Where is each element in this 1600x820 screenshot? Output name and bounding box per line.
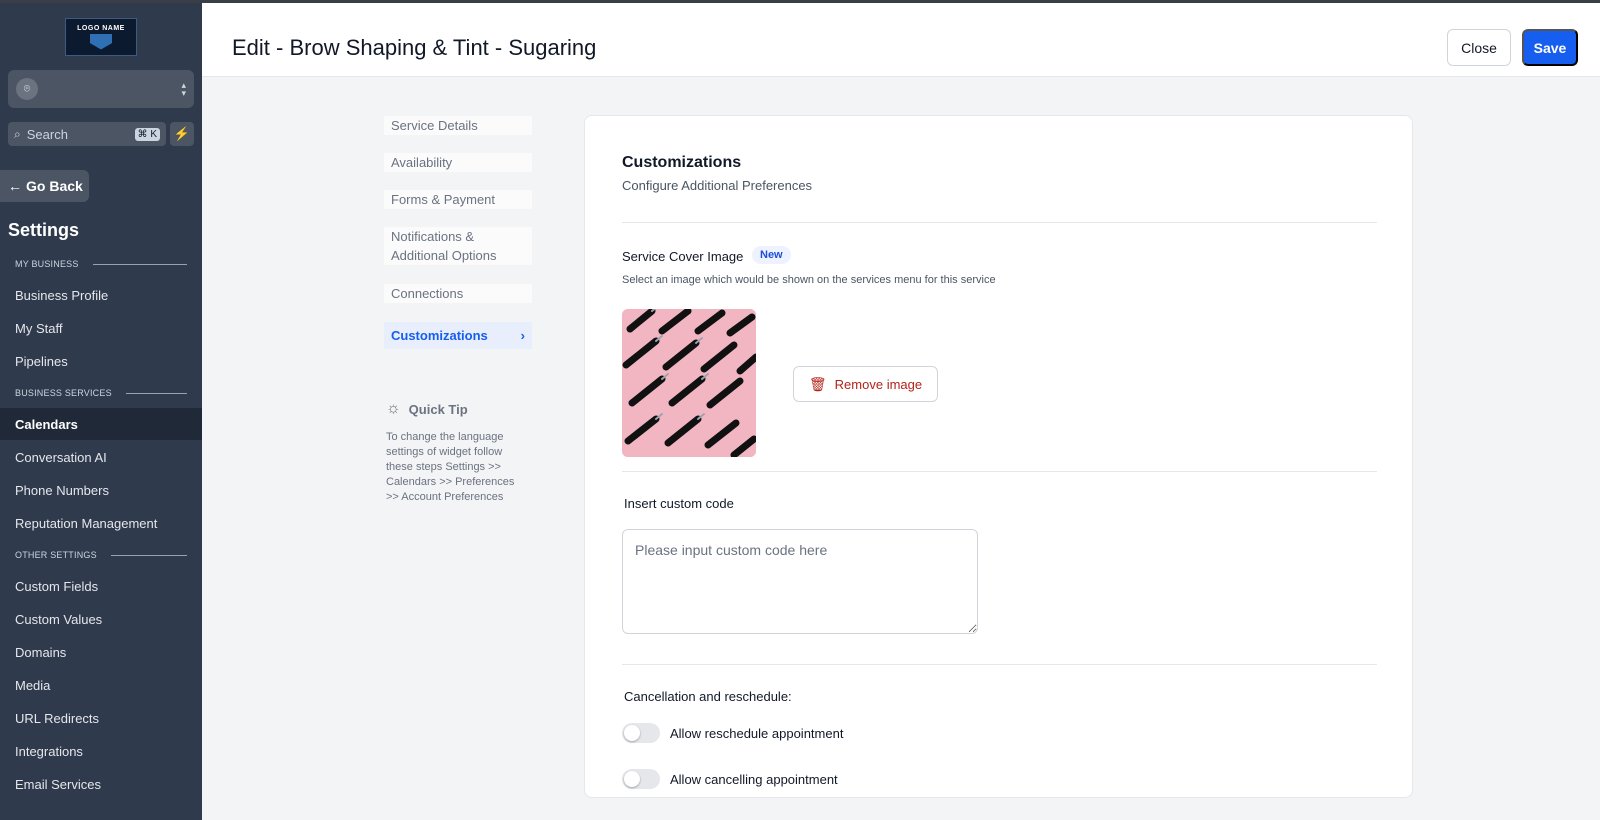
section-divider bbox=[622, 222, 1377, 223]
remove-image-button[interactable]: 🗑 Remove image bbox=[793, 366, 938, 402]
lightbulb-icon: ☼ bbox=[386, 400, 401, 417]
custom-code-label: Insert custom code bbox=[624, 496, 734, 511]
save-button[interactable]: Save bbox=[1522, 29, 1578, 66]
sidebar-item-email-services[interactable]: Email Services bbox=[0, 768, 202, 800]
subnav-forms-payment[interactable]: Forms & Payment bbox=[384, 190, 532, 209]
cover-image-label: Service Cover Image bbox=[622, 249, 744, 264]
sidebar-item-label: Domains bbox=[15, 644, 67, 660]
remove-image-label: Remove image bbox=[834, 376, 923, 392]
page-title: Edit - Brow Shaping & Tint - Sugaring bbox=[232, 35, 597, 60]
sidebar-item-label: Media bbox=[15, 677, 51, 693]
bolt-icon: ⚡ bbox=[173, 126, 191, 141]
sidebar-item-custom-values[interactable]: Custom Values bbox=[0, 603, 202, 635]
reschedule-toggle-label: Allow reschedule appointment bbox=[670, 725, 844, 741]
new-badge: New bbox=[752, 246, 791, 264]
subnav-availability[interactable]: Availability bbox=[384, 153, 532, 172]
custom-code-textarea[interactable] bbox=[622, 529, 978, 634]
section-label-other-settings: OTHER SETTINGS bbox=[15, 550, 187, 560]
trash-icon: 🗑 bbox=[808, 375, 827, 392]
search-shortcut-badge: ⌘ K bbox=[134, 127, 160, 141]
go-back-label: Go Back bbox=[26, 178, 83, 194]
cancel-toggle[interactable] bbox=[622, 769, 660, 789]
arrow-left-icon: ← bbox=[8, 178, 22, 194]
sidebar-item-label: Custom Fields bbox=[15, 578, 99, 594]
brushes-image bbox=[622, 309, 756, 457]
sidebar-item-label: Email Services bbox=[15, 776, 101, 792]
sidebar-item-business-profile[interactable]: Business Profile bbox=[0, 279, 202, 311]
section-label-my-business: MY BUSINESS bbox=[15, 259, 187, 269]
sidebar-item-label: Conversation AI bbox=[15, 449, 107, 465]
search-icon: ⌕ bbox=[14, 126, 21, 141]
account-switcher[interactable]: ⌾ ▴ ▾ bbox=[8, 70, 194, 108]
settings-sidebar: LOGO NAME ⌾ ▴ ▾ ⌕ Search ⌘ K ⚡ ← Go Back … bbox=[0, 3, 202, 820]
sidebar-item-label: Phone Numbers bbox=[15, 482, 109, 498]
sidebar-item-media[interactable]: Media bbox=[0, 669, 202, 701]
quick-tip-body: To change the language settings of widge… bbox=[386, 431, 515, 503]
section-divider bbox=[622, 664, 1377, 665]
chevron-up-down-icon: ▴ ▾ bbox=[181, 80, 186, 98]
sidebar-item-label: Integrations bbox=[15, 743, 83, 759]
card-title: Customizations bbox=[622, 154, 742, 171]
toggle-knob bbox=[624, 725, 640, 741]
reschedule-toggle-row: Allow reschedule appointment bbox=[622, 723, 843, 743]
sidebar-item-conversation-ai[interactable]: Conversation AI bbox=[0, 441, 202, 473]
sidebar-item-my-staff[interactable]: My Staff bbox=[0, 312, 202, 344]
service-cover-image bbox=[622, 309, 756, 457]
subnav-notifications[interactable]: Notifications & Additional Options bbox=[384, 227, 532, 265]
subnav-service-details[interactable]: Service Details bbox=[384, 116, 532, 135]
reschedule-toggle[interactable] bbox=[622, 723, 660, 743]
section-divider bbox=[92, 263, 187, 265]
chevron-right-icon: › bbox=[520, 328, 525, 343]
quick-actions-button[interactable]: ⚡ bbox=[170, 122, 194, 146]
cancellation-heading: Cancellation and reschedule: bbox=[624, 689, 792, 704]
brand-logo[interactable]: LOGO NAME bbox=[65, 18, 137, 56]
sidebar-item-reputation-management[interactable]: Reputation Management bbox=[0, 507, 202, 539]
sidebar-item-label: Custom Values bbox=[15, 611, 103, 627]
sidebar-item-label: Calendars bbox=[15, 416, 78, 432]
cancel-toggle-label: Allow cancelling appointment bbox=[670, 771, 838, 787]
section-divider bbox=[110, 554, 187, 556]
sidebar-item-label: URL Redirects bbox=[15, 710, 100, 726]
subnav-customizations[interactable]: Customizations › bbox=[384, 322, 532, 349]
section-label-text: MY BUSINESS bbox=[15, 259, 79, 269]
logo-text: LOGO NAME bbox=[77, 24, 125, 32]
subnav-customizations-label: Customizations bbox=[391, 328, 488, 343]
sidebar-item-label: Pipelines bbox=[15, 353, 68, 369]
location-icon: ⌾ bbox=[16, 78, 38, 100]
shield-icon bbox=[90, 33, 112, 50]
sidebar-item-domains[interactable]: Domains bbox=[0, 636, 202, 668]
sidebar-item-pipelines[interactable]: Pipelines bbox=[0, 345, 202, 377]
sidebar-item-label: Business Profile bbox=[15, 287, 109, 303]
card-subtitle: Configure Additional Preferences bbox=[622, 178, 813, 193]
sidebar-item-label: My Staff bbox=[15, 320, 63, 336]
cancel-toggle-row: Allow cancelling appointment bbox=[622, 769, 838, 789]
section-divider bbox=[125, 392, 187, 394]
section-divider bbox=[622, 471, 1377, 472]
sidebar-item-integrations[interactable]: Integrations bbox=[0, 735, 202, 767]
search-placeholder: Search bbox=[26, 126, 68, 142]
search-input[interactable]: ⌕ Search ⌘ K bbox=[8, 122, 166, 146]
quick-tip: ☼ Quick Tip To change the language setti… bbox=[386, 400, 528, 505]
quick-tip-title: Quick Tip bbox=[408, 401, 468, 417]
customizations-card: Customizations Configure Additional Pref… bbox=[584, 115, 1413, 798]
close-button[interactable]: Close bbox=[1447, 29, 1511, 66]
sidebar-item-calendars[interactable]: Calendars bbox=[0, 408, 202, 440]
cover-image-help: Select an image which would be shown on … bbox=[622, 274, 996, 286]
sidebar-item-label: Reputation Management bbox=[15, 515, 158, 531]
quick-tip-header: ☼ Quick Tip bbox=[386, 400, 528, 418]
page-header: Edit - Brow Shaping & Tint - Sugaring Cl… bbox=[202, 3, 1600, 77]
section-label-business-services: BUSINESS SERVICES bbox=[15, 388, 187, 398]
subnav-connections[interactable]: Connections bbox=[384, 284, 532, 303]
section-label-text: BUSINESS SERVICES bbox=[15, 388, 112, 398]
settings-title: Settings bbox=[8, 220, 80, 240]
sidebar-item-url-redirects[interactable]: URL Redirects bbox=[0, 702, 202, 734]
section-label-text: OTHER SETTINGS bbox=[15, 550, 97, 560]
sidebar-item-custom-fields[interactable]: Custom Fields bbox=[0, 570, 202, 602]
sidebar-item-phone-numbers[interactable]: Phone Numbers bbox=[0, 474, 202, 506]
toggle-knob bbox=[624, 771, 640, 787]
go-back-button[interactable]: ← Go Back bbox=[0, 170, 89, 202]
